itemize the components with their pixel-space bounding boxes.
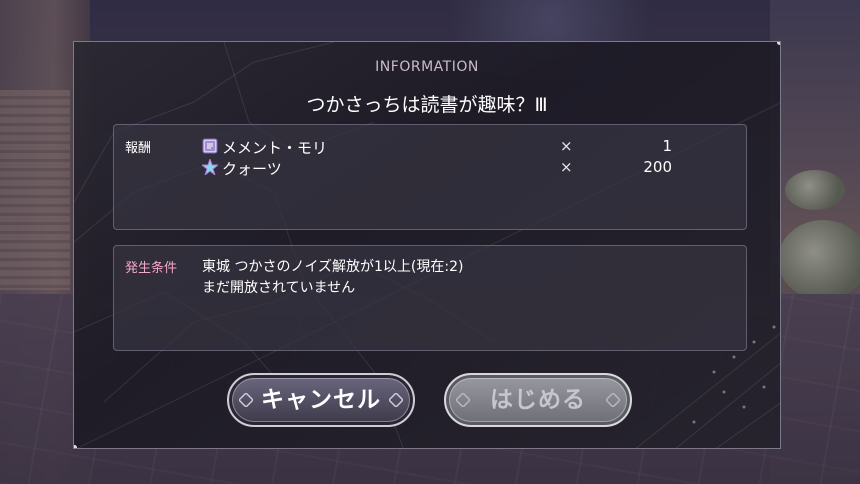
diamond-ornament-icon bbox=[606, 393, 620, 407]
cancel-button-label: キャンセル bbox=[261, 387, 381, 413]
reward-name: メメント・モリ bbox=[222, 139, 328, 157]
diamond-ornament-icon bbox=[456, 393, 470, 407]
start-button[interactable]: はじめる bbox=[444, 373, 632, 427]
corner-dot bbox=[777, 42, 780, 45]
rewards-panel: 報酬 メメント・モリ × 1 クォーツ × 200 bbox=[113, 124, 747, 230]
rewards-label: 報酬 bbox=[125, 141, 152, 156]
reward-row: クォーツ × 200 bbox=[202, 158, 672, 178]
condition-status-text: まだ開放されていません bbox=[202, 280, 356, 296]
multiply-sign: × bbox=[560, 137, 573, 155]
quartz-star-icon bbox=[202, 159, 218, 175]
corner-dot bbox=[74, 445, 77, 448]
conditions-panel: 発生条件 東城 つかさのノイズ解放が1以上(現在:2) まだ開放されていません bbox=[113, 245, 747, 351]
reward-name: クォーツ bbox=[222, 160, 282, 178]
dialog-header-label: INFORMATION bbox=[375, 59, 479, 75]
information-dialog: INFORMATION つかさっちは読書が趣味？Ⅲ 報酬 メメント・モリ × 1… bbox=[73, 41, 781, 449]
multiply-sign: × bbox=[560, 158, 573, 176]
event-title: つかさっちは読書が趣味？Ⅲ bbox=[306, 94, 548, 116]
diamond-ornament-icon bbox=[239, 393, 253, 407]
cancel-button[interactable]: キャンセル bbox=[227, 373, 415, 427]
reward-quantity: 200 bbox=[643, 158, 672, 176]
reward-row: メメント・モリ × 1 bbox=[202, 137, 672, 157]
diamond-ornament-icon bbox=[389, 393, 403, 407]
memento-item-icon bbox=[202, 138, 218, 154]
start-button-label: はじめる bbox=[490, 387, 586, 413]
reward-quantity: 1 bbox=[662, 137, 672, 155]
condition-text: 東城 つかさのノイズ解放が1以上(現在:2) bbox=[202, 259, 464, 275]
conditions-label: 発生条件 bbox=[125, 261, 178, 276]
